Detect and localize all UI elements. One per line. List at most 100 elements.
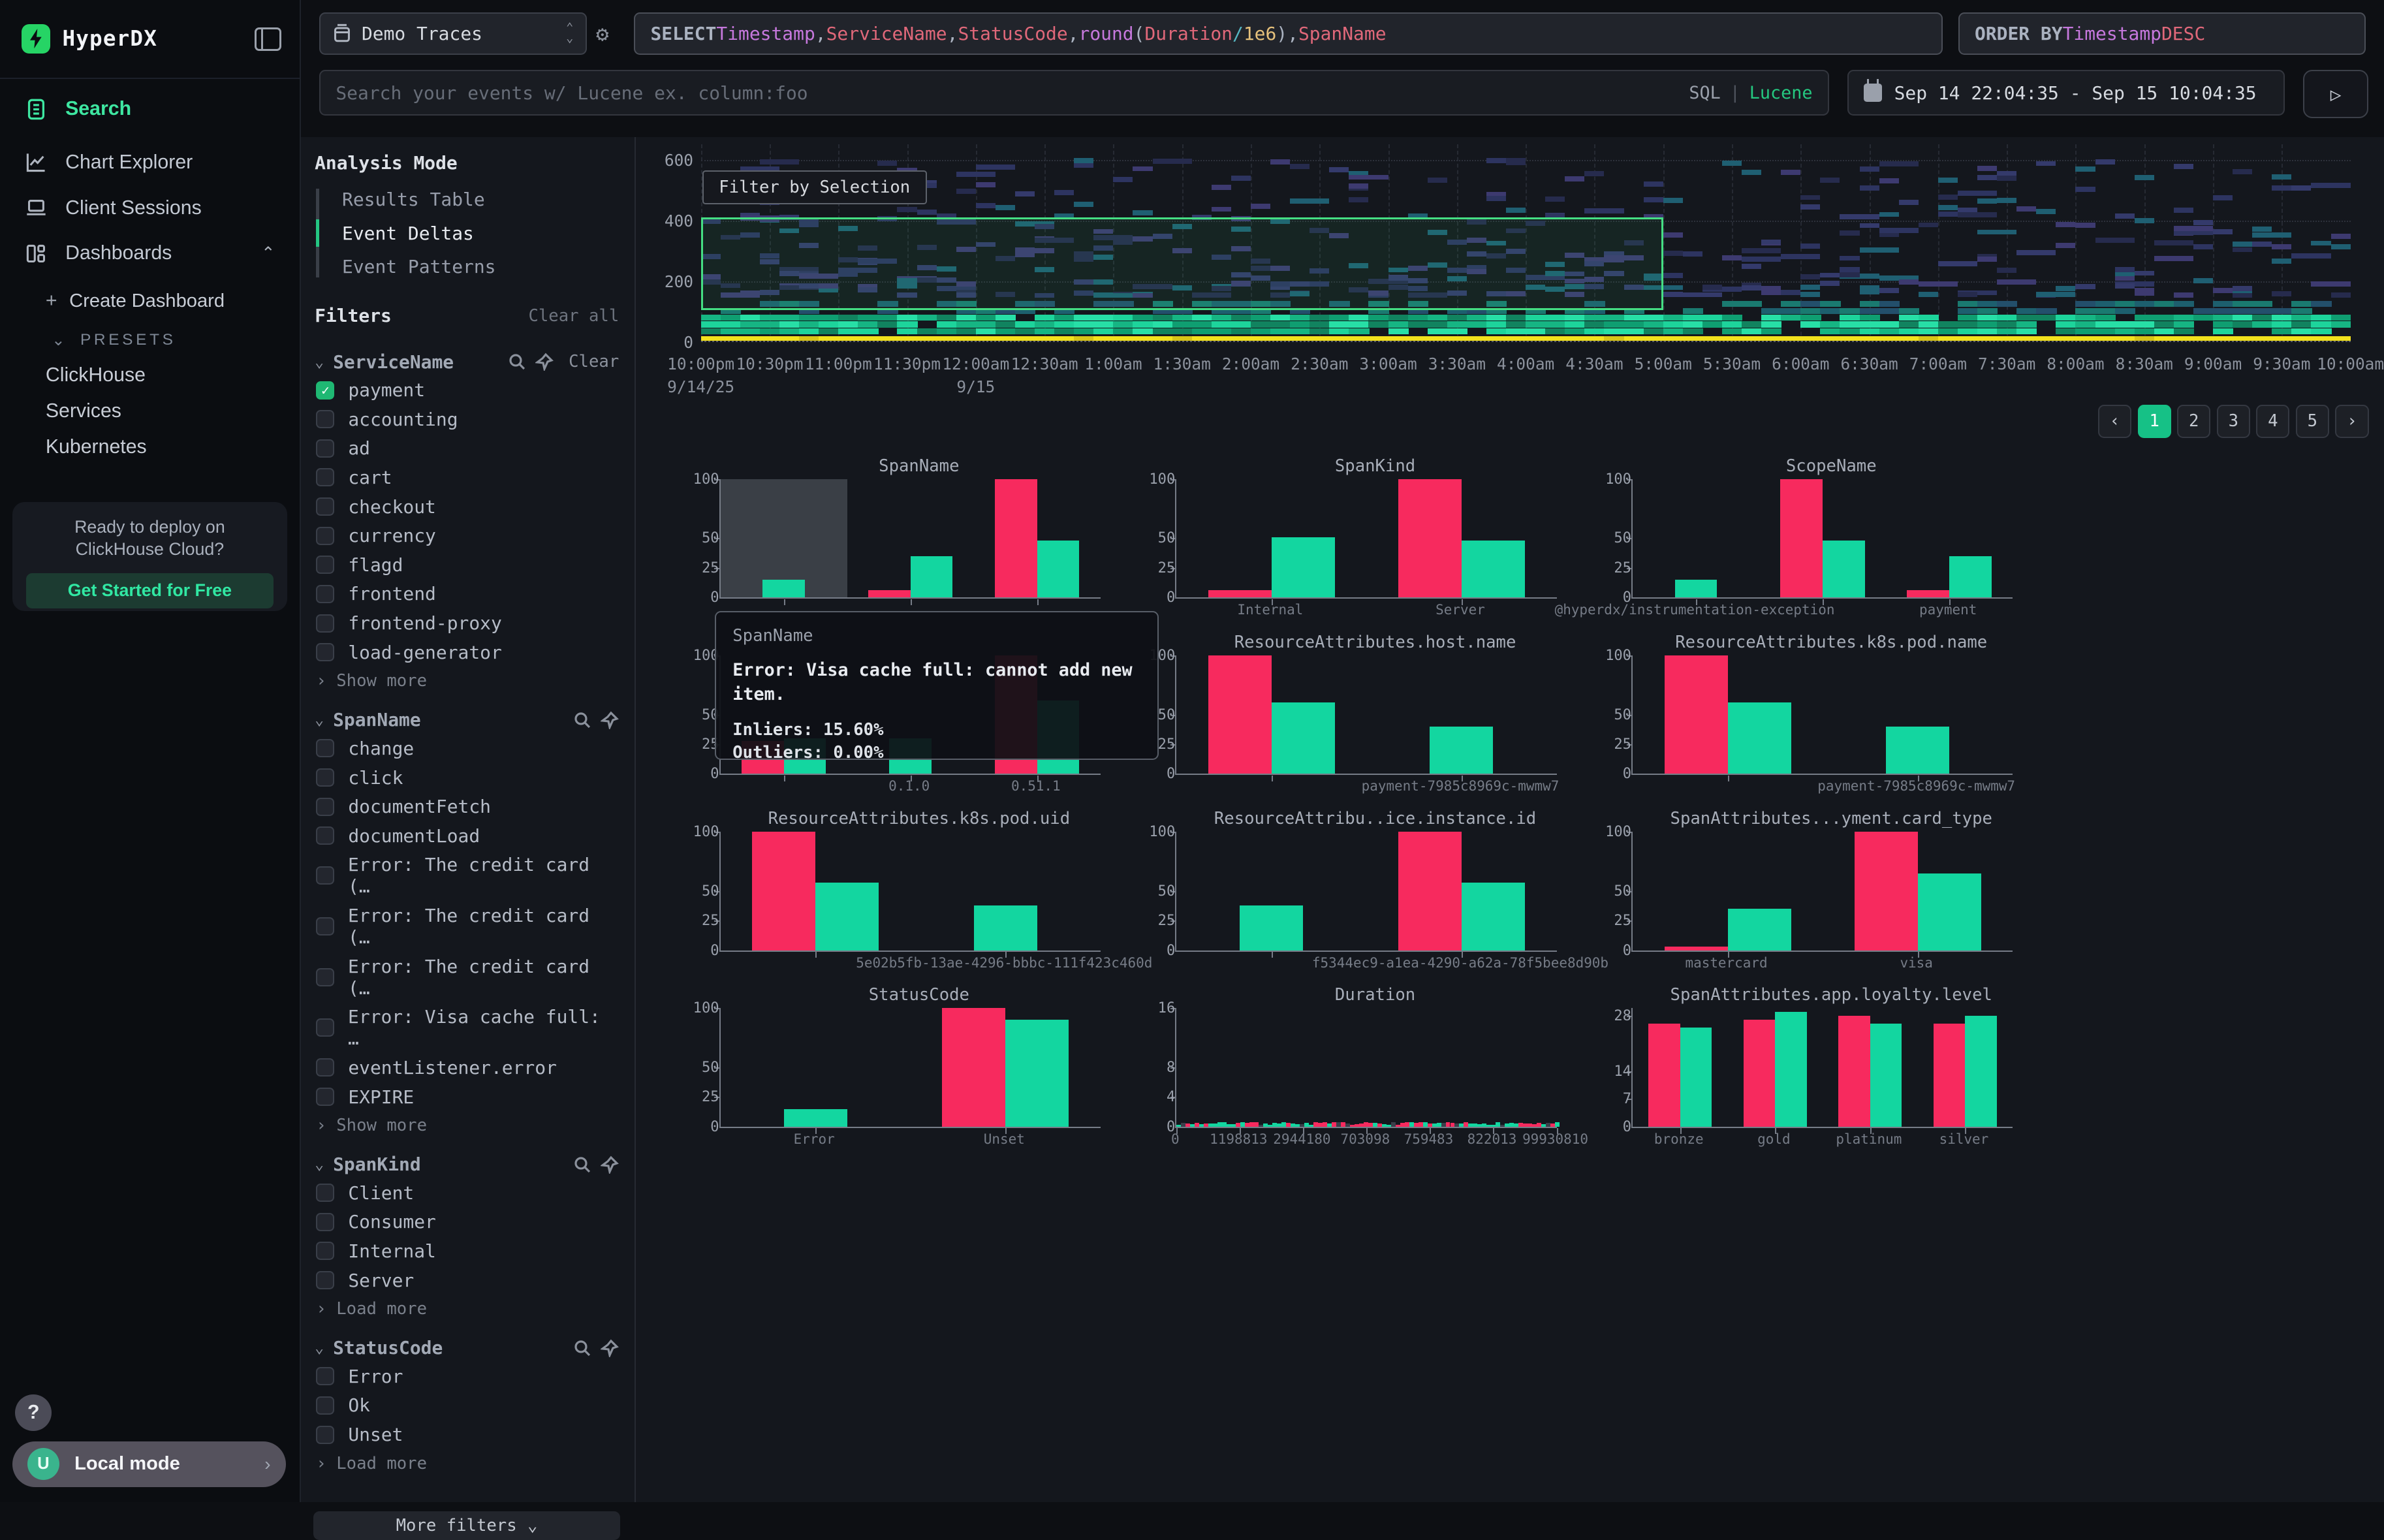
filter-option[interactable]: Error: The credit card (… bbox=[300, 901, 635, 952]
chart-plot[interactable] bbox=[1631, 832, 2013, 952]
bar-green[interactable] bbox=[1886, 727, 1949, 774]
local-mode-menu[interactable]: U Local mode › bbox=[12, 1441, 286, 1487]
pin-icon[interactable] bbox=[601, 1339, 619, 1357]
checkbox-icon[interactable] bbox=[316, 968, 334, 986]
sidebar-item-chart-explorer[interactable]: Chart Explorer bbox=[0, 140, 300, 185]
filter-option[interactable]: accounting bbox=[300, 405, 635, 434]
show-more-button[interactable]: › Load more bbox=[300, 1295, 635, 1319]
gear-icon[interactable]: ⚙ bbox=[596, 22, 609, 46]
create-dashboard-button[interactable]: + Create Dashboard bbox=[0, 283, 300, 320]
show-more-button[interactable]: › Load more bbox=[300, 1449, 635, 1473]
help-button[interactable]: ? bbox=[15, 1394, 52, 1431]
checkbox-icon[interactable] bbox=[316, 1367, 334, 1385]
filter-option[interactable]: currency bbox=[300, 521, 635, 550]
source-selector[interactable]: Demo Traces ⌃⌄ bbox=[319, 12, 587, 55]
chart-plot[interactable] bbox=[1175, 832, 1556, 952]
presets-toggle[interactable]: ⌄ PRESETS bbox=[0, 320, 300, 358]
checkbox-icon[interactable] bbox=[316, 1242, 334, 1260]
filter-option[interactable]: change bbox=[300, 734, 635, 763]
filter-option[interactable]: Ok bbox=[300, 1391, 635, 1421]
bar-green[interactable] bbox=[1918, 873, 1981, 951]
checkbox-icon[interactable] bbox=[316, 1426, 334, 1444]
checkbox-icon[interactable] bbox=[316, 1018, 334, 1037]
pagination-page-3[interactable]: 3 bbox=[2217, 405, 2250, 438]
bar-green[interactable] bbox=[1728, 702, 1791, 774]
checkbox-icon[interactable] bbox=[316, 1271, 334, 1289]
chart-plot[interactable] bbox=[719, 832, 1101, 952]
bar-red[interactable] bbox=[1838, 1016, 1870, 1127]
checkbox-icon[interactable] bbox=[316, 643, 334, 661]
bar-red[interactable] bbox=[1208, 590, 1272, 597]
filter-by-selection-button[interactable]: Filter by Selection bbox=[702, 170, 927, 205]
filter-option[interactable]: ad bbox=[300, 433, 635, 463]
bar-green[interactable] bbox=[974, 905, 1037, 951]
bar-green[interactable] bbox=[1430, 727, 1493, 774]
filter-option[interactable]: click bbox=[300, 763, 635, 793]
pin-icon[interactable] bbox=[601, 711, 619, 729]
chart-plot[interactable] bbox=[719, 1008, 1101, 1128]
bar-green[interactable] bbox=[1680, 1028, 1712, 1126]
analysis-mode-event-patterns[interactable]: Event Patterns bbox=[316, 250, 634, 284]
checkbox-icon[interactable] bbox=[316, 917, 334, 935]
sidebar-item-dashboards[interactable]: Dashboards ⌃ bbox=[0, 231, 300, 277]
bar-green[interactable] bbox=[1965, 1016, 1997, 1127]
filter-option[interactable]: documentFetch bbox=[300, 792, 635, 821]
bar-green[interactable] bbox=[1823, 541, 1865, 597]
search-icon[interactable] bbox=[573, 1339, 591, 1357]
checkbox-icon[interactable] bbox=[316, 1088, 334, 1106]
sidebar-item-client-sessions[interactable]: Client Sessions bbox=[0, 185, 300, 231]
filter-option[interactable]: Internal bbox=[300, 1236, 635, 1266]
bar-green[interactable] bbox=[1005, 1020, 1069, 1126]
checkbox-icon[interactable] bbox=[316, 866, 334, 885]
checkbox-icon[interactable] bbox=[316, 497, 334, 516]
bar-red[interactable] bbox=[995, 479, 1037, 598]
checkbox-icon[interactable] bbox=[316, 1058, 334, 1076]
bar-red[interactable] bbox=[752, 832, 815, 951]
checkbox-icon[interactable] bbox=[316, 798, 334, 816]
bar-red[interactable] bbox=[1780, 479, 1823, 598]
search-icon[interactable] bbox=[573, 711, 591, 729]
pagination-next[interactable]: › bbox=[2335, 405, 2368, 438]
chart-plot[interactable] bbox=[1631, 655, 2013, 776]
clear-filter-button[interactable]: Clear bbox=[569, 352, 619, 371]
bar-green[interactable] bbox=[1728, 909, 1791, 951]
bar-red[interactable] bbox=[1665, 655, 1728, 774]
chart-plot[interactable] bbox=[1631, 479, 2013, 599]
bar-green[interactable] bbox=[1462, 541, 1525, 597]
checkbox-icon[interactable] bbox=[316, 1396, 334, 1415]
get-started-button[interactable]: Get Started for Free bbox=[26, 573, 274, 608]
checkbox-icon[interactable] bbox=[316, 439, 334, 458]
chevron-down-icon[interactable]: ⌄ bbox=[315, 711, 324, 729]
bar-red[interactable] bbox=[1744, 1020, 1776, 1126]
bar-green[interactable] bbox=[815, 883, 879, 951]
filter-option[interactable]: Unset bbox=[300, 1420, 635, 1449]
checkbox-icon[interactable]: ✓ bbox=[316, 381, 334, 400]
search-icon[interactable] bbox=[573, 1155, 591, 1174]
pagination-page-1[interactable]: 1 bbox=[2138, 405, 2171, 438]
filter-option[interactable]: eventListener.error bbox=[300, 1053, 635, 1082]
chevron-down-icon[interactable]: ⌄ bbox=[315, 1339, 324, 1357]
events-heatmap[interactable]: 6004002000 Filter by Selection 10:00pm10… bbox=[653, 144, 2350, 403]
bar-green[interactable] bbox=[1949, 556, 1992, 598]
pagination-page-5[interactable]: 5 bbox=[2296, 405, 2329, 438]
checkbox-icon[interactable] bbox=[316, 614, 334, 633]
run-query-button[interactable]: ▷ bbox=[2303, 70, 2368, 118]
filter-option[interactable]: documentLoad bbox=[300, 821, 635, 851]
checkbox-icon[interactable] bbox=[316, 739, 334, 757]
show-more-button[interactable]: › Show more bbox=[300, 667, 635, 691]
bar-green[interactable] bbox=[1037, 541, 1080, 597]
bar-green[interactable] bbox=[911, 556, 953, 598]
filter-option[interactable]: Error: Visa cache full: … bbox=[300, 1002, 635, 1053]
filter-option[interactable]: Error: The credit card (… bbox=[300, 952, 635, 1003]
bar-green[interactable] bbox=[1675, 580, 1717, 597]
filter-option[interactable]: Client bbox=[300, 1178, 635, 1208]
filter-option[interactable]: checkout bbox=[300, 492, 635, 522]
bar-red[interactable] bbox=[1398, 832, 1462, 951]
collapse-sidebar-icon[interactable] bbox=[255, 27, 281, 51]
chart-plot[interactable] bbox=[719, 479, 1101, 599]
analysis-mode-results-table[interactable]: Results Table bbox=[316, 183, 634, 217]
checkbox-icon[interactable] bbox=[316, 768, 334, 787]
preset-link-kubernetes[interactable]: Kubernetes bbox=[0, 430, 300, 465]
chevron-down-icon[interactable]: ⌄ bbox=[315, 353, 324, 371]
checkbox-icon[interactable] bbox=[316, 468, 334, 486]
